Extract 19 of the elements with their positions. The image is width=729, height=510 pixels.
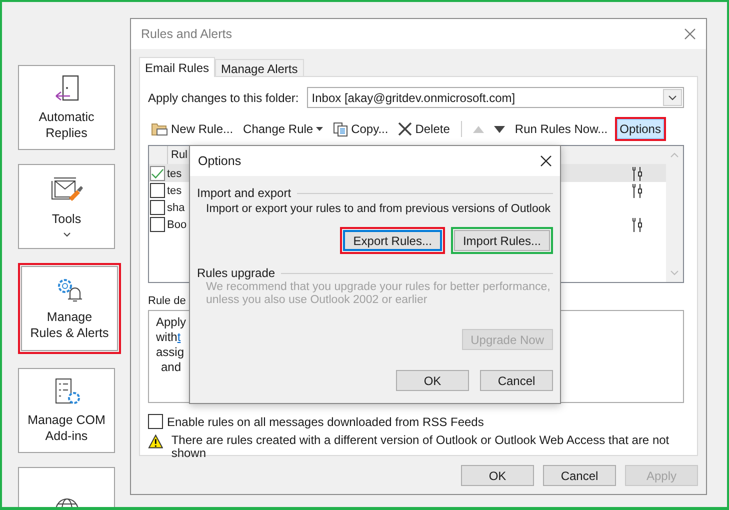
description-label: Rule de — [148, 295, 186, 307]
window-title: Options — [198, 154, 242, 168]
group-heading: Import and export — [197, 186, 292, 200]
rule-name: tes — [167, 168, 182, 180]
group-text: We recommend that you upgrade your rules for better performance, — [205, 281, 552, 293]
folder-label: Apply changes to this folder: — [148, 90, 299, 104]
description-text: Apply — [156, 315, 188, 330]
description-text: assig — [156, 345, 186, 360]
group-heading: Rules upgrade — [197, 266, 276, 280]
group-text: unless you also use Outlook 2002 or earlier — [205, 294, 428, 306]
group-text: Import or export your rules to and from previous versions of Outlook — [205, 203, 552, 215]
rule-name: sha — [167, 202, 185, 214]
rule-name: Boo — [167, 218, 187, 230]
window-title: Rules and Alerts — [141, 27, 232, 41]
column-header: Rul — [170, 148, 188, 163]
rule-name: tes — [167, 184, 182, 196]
warning-text: There are rules created with a different version of Outlook or Outlook Web Access that are not shown — [171, 434, 670, 460]
description-text: and — [160, 360, 182, 375]
checkbox-label: Enable rules on all messages downloaded from RSS Feeds — [167, 414, 484, 428]
